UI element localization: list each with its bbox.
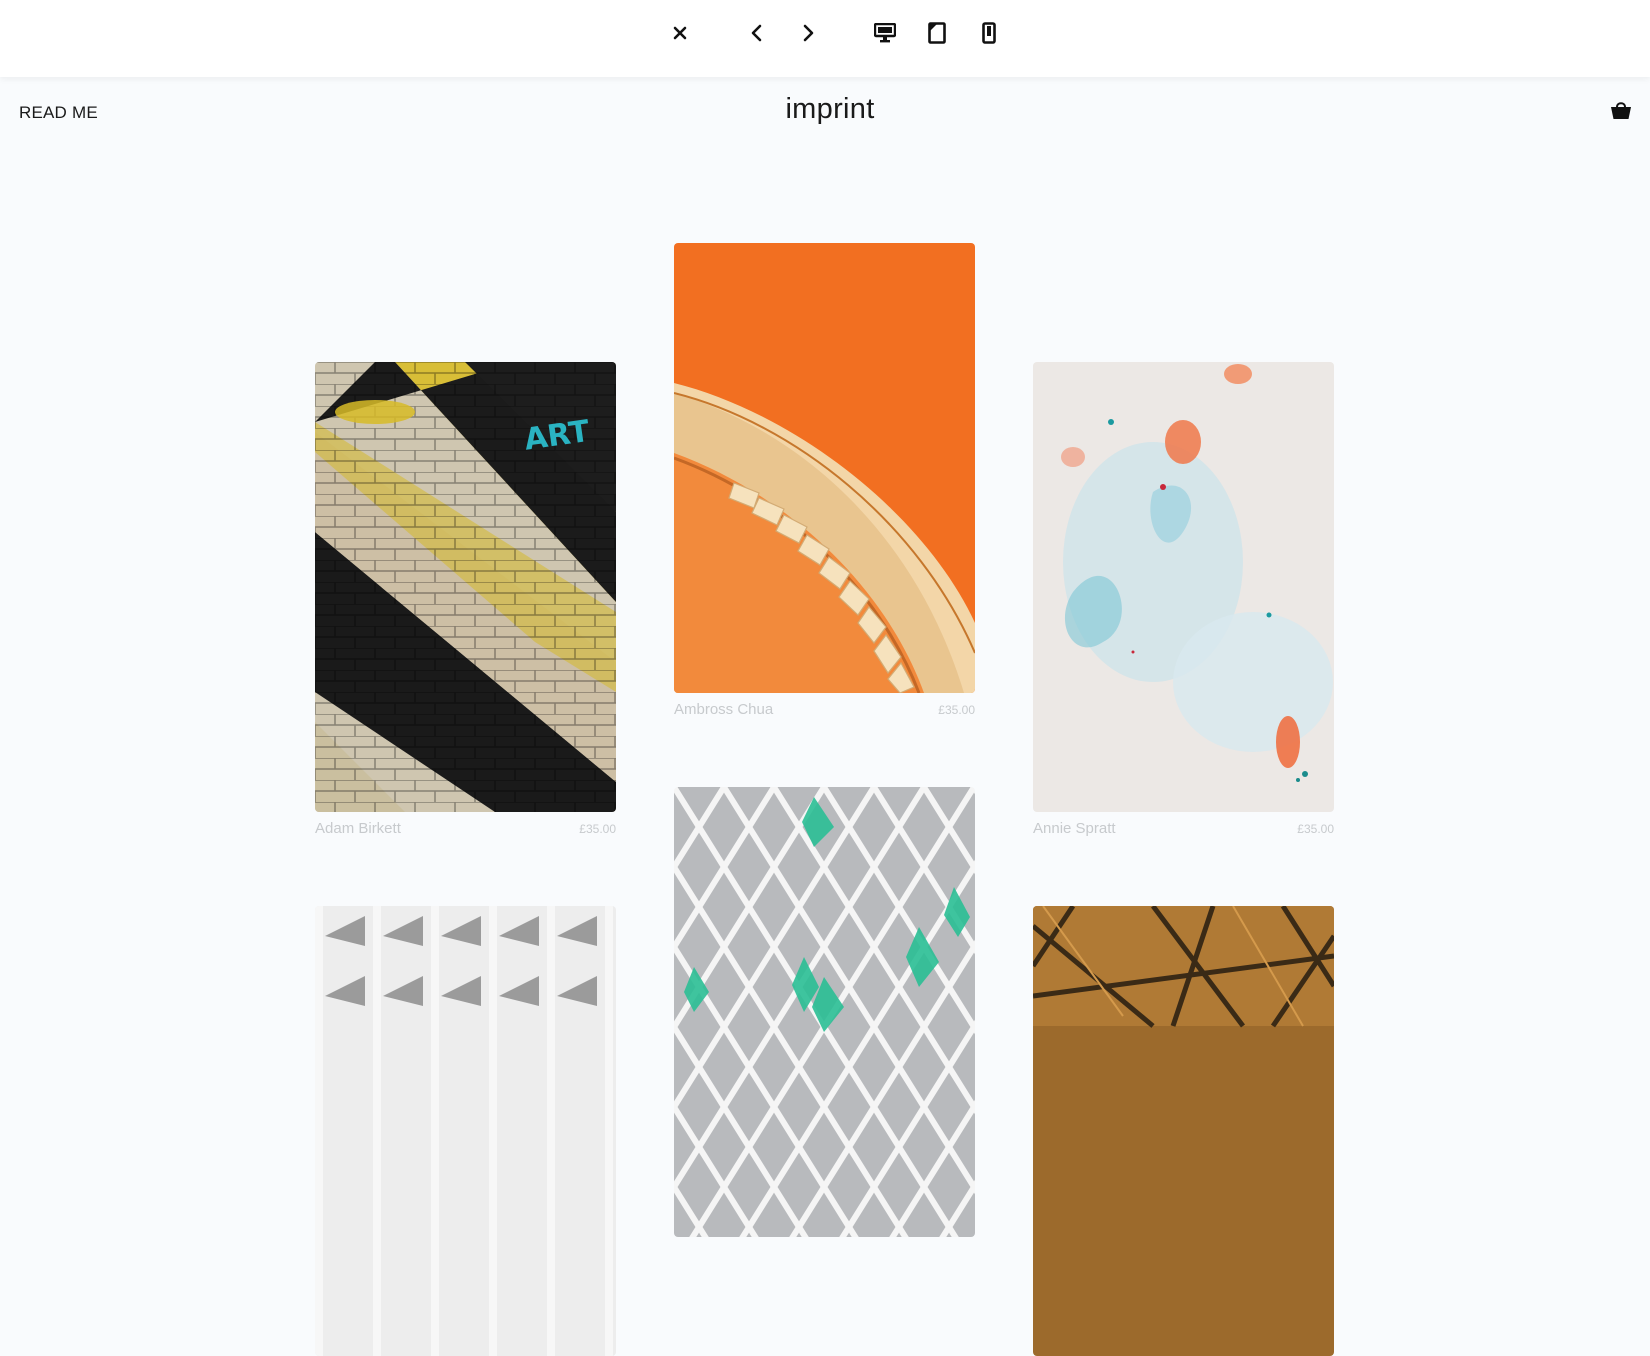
chevron-right-icon[interactable] <box>795 20 821 46</box>
product-card[interactable]: ART Adam Birkett £35.00 <box>315 362 616 837</box>
price-label: £35.00 <box>579 822 616 836</box>
product-card[interactable]: Ambross Chua £35.00 <box>674 243 975 718</box>
product-gallery: ART Adam Birkett £35.00 Ambross Chua £35… <box>0 0 1650 1356</box>
tablet-icon[interactable] <box>924 20 950 46</box>
artist-name[interactable]: Adam Birkett <box>315 820 401 837</box>
artist-name[interactable]: Annie Spratt <box>1033 820 1116 837</box>
artwork-image[interactable] <box>1033 906 1334 1356</box>
preview-toolbar <box>0 0 1650 77</box>
desktop-icon[interactable] <box>872 20 898 46</box>
artwork-image[interactable] <box>315 906 616 1356</box>
close-icon[interactable] <box>667 20 693 46</box>
price-label: £35.00 <box>1297 822 1334 836</box>
product-card[interactable]: Annie Spratt £35.00 <box>1033 362 1334 837</box>
product-card[interactable] <box>674 787 975 1237</box>
artwork-image[interactable] <box>674 787 975 1237</box>
artist-name[interactable]: Ambross Chua <box>674 701 773 718</box>
artwork-image[interactable]: ART <box>315 362 616 812</box>
product-card[interactable] <box>315 906 616 1356</box>
price-label: £35.00 <box>938 703 975 717</box>
artwork-image[interactable] <box>1033 362 1334 812</box>
product-card[interactable] <box>1033 906 1334 1356</box>
artwork-image[interactable] <box>674 243 975 693</box>
mobile-icon[interactable] <box>976 20 1002 46</box>
chevron-left-icon[interactable] <box>744 20 770 46</box>
